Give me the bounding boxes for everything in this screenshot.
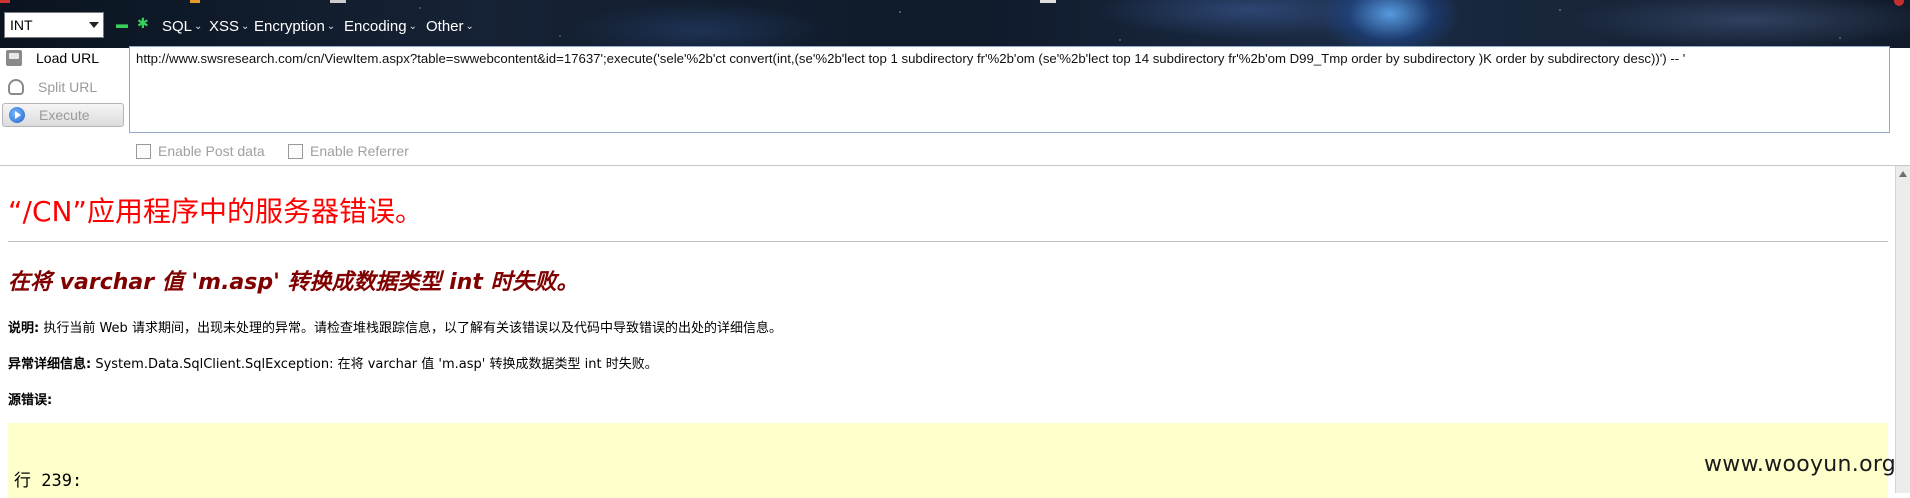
description-label: 说明: [8, 321, 40, 336]
type-select[interactable]: INT [4, 12, 104, 38]
chevron-down-icon [89, 22, 99, 28]
plus-icon[interactable]: ✱ [137, 15, 149, 32]
enable-post-checkbox[interactable]: Enable Post data [136, 143, 265, 159]
menu-other-label: Other [426, 17, 464, 35]
enable-post-label: Enable Post data [158, 143, 265, 159]
error-subtitle: 在将 varchar 值 'm.asp' 转换成数据类型 int 时失败。 [8, 270, 579, 295]
chevron-down-icon: ⌄ [241, 20, 250, 32]
vertical-scrollbar[interactable] [1895, 166, 1910, 493]
execute-button[interactable]: Execute [2, 103, 124, 127]
enable-referrer-label: Enable Referrer [310, 143, 409, 159]
load-url-label: Load URL [36, 50, 100, 66]
exception-paragraph: 异常详细信息: System.Data.SqlClient.SqlExcepti… [8, 353, 658, 372]
source-code-block [8, 423, 1888, 498]
load-url-button[interactable]: Load URL [0, 46, 126, 70]
exception-label: 异常详细信息: [8, 357, 92, 372]
chevron-down-icon: ⌄ [465, 20, 474, 32]
exception-text: System.Data.SqlClient.SqlException: 在将 v… [91, 357, 658, 372]
menu-encoding[interactable]: Encoding ⌄ [344, 15, 417, 37]
hackbar-toolbar: INT ▬ ✱ SQL ⌄ XSS ⌄ Encryption ⌄ Encoding ⌄ … [0, 0, 1910, 48]
menu-encryption-label: Encryption [254, 17, 325, 35]
split-url-label: Split URL [38, 79, 98, 95]
source-error-paragraph: 源错误: [8, 389, 52, 408]
play-icon [9, 107, 25, 123]
url-value: http://www.swsresearch.com/cn/ViewItem.a… [136, 51, 1686, 66]
load-url-icon [6, 50, 22, 66]
title-rule [8, 241, 1888, 242]
chevron-down-icon: ⌄ [194, 20, 203, 32]
menu-encryption[interactable]: Encryption ⌄ [254, 15, 335, 37]
url-textarea[interactable]: http://www.swsresearch.com/cn/ViewItem.a… [129, 46, 1890, 133]
menu-encoding-label: Encoding [344, 17, 407, 35]
chevron-down-icon: ⌄ [326, 20, 336, 32]
top-tab-strip [0, 0, 1910, 3]
chevron-down-icon: ⌄ [408, 20, 417, 32]
menu-xss[interactable]: XSS ⌄ [209, 15, 249, 37]
minus-icon[interactable]: ▬ [116, 17, 128, 31]
split-url-button[interactable]: Split URL [0, 75, 126, 99]
code-line: 行 239: [14, 471, 83, 491]
menu-sql[interactable]: SQL ⌄ [162, 15, 202, 37]
menu-sql-label: SQL [162, 17, 193, 35]
scroll-up-icon[interactable] [1899, 171, 1907, 177]
description-paragraph: 说明: 执行当前 Web 请求期间，出现未处理的异常。请检查堆栈跟踪信息，以了解… [8, 317, 782, 336]
checkbox-box[interactable] [136, 143, 151, 159]
description-text: 执行当前 Web 请求期间，出现未处理的异常。请检查堆栈跟踪信息，以了解有关该错… [39, 321, 782, 336]
type-select-value: INT [10, 17, 33, 33]
source-error-label: 源错误: [8, 393, 53, 408]
watermark: www.wooyun.org [1704, 452, 1897, 477]
page-title: “/CN”应用程序中的服务器错误。 [8, 195, 423, 228]
execute-label: Execute [39, 107, 90, 123]
scissors-icon [8, 79, 24, 95]
enable-referrer-checkbox[interactable]: Enable Referrer [288, 143, 409, 159]
menu-xss-label: XSS [209, 17, 240, 35]
menu-other[interactable]: Other ⌄ [426, 15, 474, 37]
checkbox-box[interactable] [288, 143, 303, 159]
